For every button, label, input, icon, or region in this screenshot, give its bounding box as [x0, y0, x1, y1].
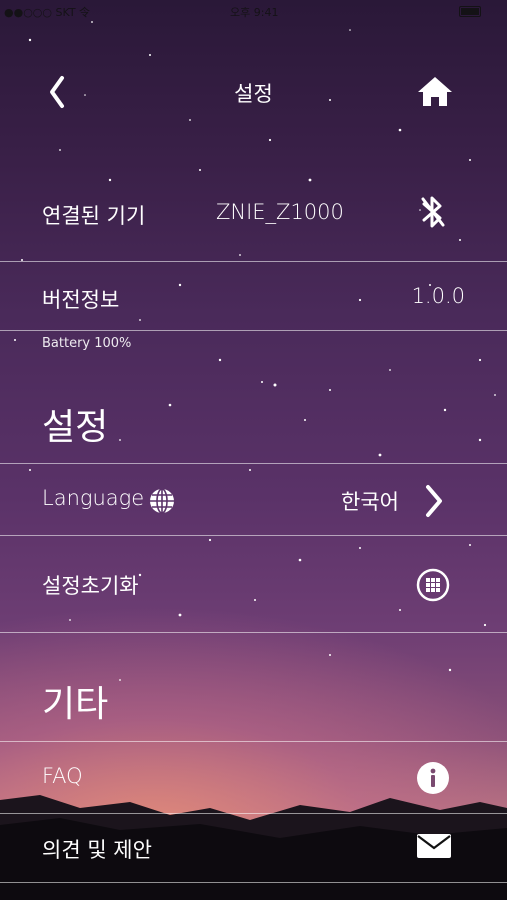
divider [0, 632, 507, 633]
other-section-title: 기타 [42, 684, 109, 725]
home-icon [418, 77, 452, 106]
carrier-signal: ●●○○○ SKT 令 [4, 6, 91, 19]
chevron-right-icon [426, 485, 442, 517]
battery-status: Battery 100% [42, 336, 132, 351]
divider [0, 813, 507, 814]
reset-grid-icon [416, 568, 450, 602]
divider [0, 463, 507, 464]
reset-settings-label: 설정초기화 [42, 574, 139, 598]
home-button[interactable] [415, 72, 455, 112]
bluetooth-icon[interactable] [418, 194, 448, 230]
status-time: 오후 9:41 [230, 6, 279, 19]
divider [0, 261, 507, 262]
language-label: Language [42, 486, 145, 510]
feedback-row[interactable]: 의견 및 제안 [0, 834, 507, 864]
divider [0, 330, 507, 331]
connected-device-row: 연결된 기기 ZNIE_Z1000 [0, 196, 507, 230]
language-value: 한국어 [341, 490, 399, 514]
globe-icon [150, 488, 174, 514]
faq-label: FAQ [42, 764, 83, 788]
faq-row[interactable]: FAQ [0, 762, 507, 794]
version-label: 버전정보 [42, 288, 120, 312]
divider [0, 882, 507, 883]
language-row[interactable]: Language 한국어 [0, 485, 507, 517]
divider [0, 741, 507, 742]
info-icon [417, 762, 449, 794]
battery-icon [459, 6, 481, 17]
version-value: 1.0.0 [411, 284, 465, 308]
divider [0, 535, 507, 536]
mail-icon [417, 834, 451, 858]
status-bar: ●●○○○ SKT 令 오후 9:41 [0, 0, 507, 24]
version-row: 버전정보 1.0.0 [0, 284, 507, 314]
connected-device-label: 연결된 기기 [42, 204, 146, 228]
settings-section-title: 설정 [42, 407, 109, 448]
connected-device-value: ZNIE_Z1000 [216, 200, 344, 224]
feedback-label: 의견 및 제안 [42, 838, 152, 862]
reset-settings-row[interactable]: 설정초기화 [0, 568, 507, 602]
nav-bar: 설정 [0, 58, 507, 122]
